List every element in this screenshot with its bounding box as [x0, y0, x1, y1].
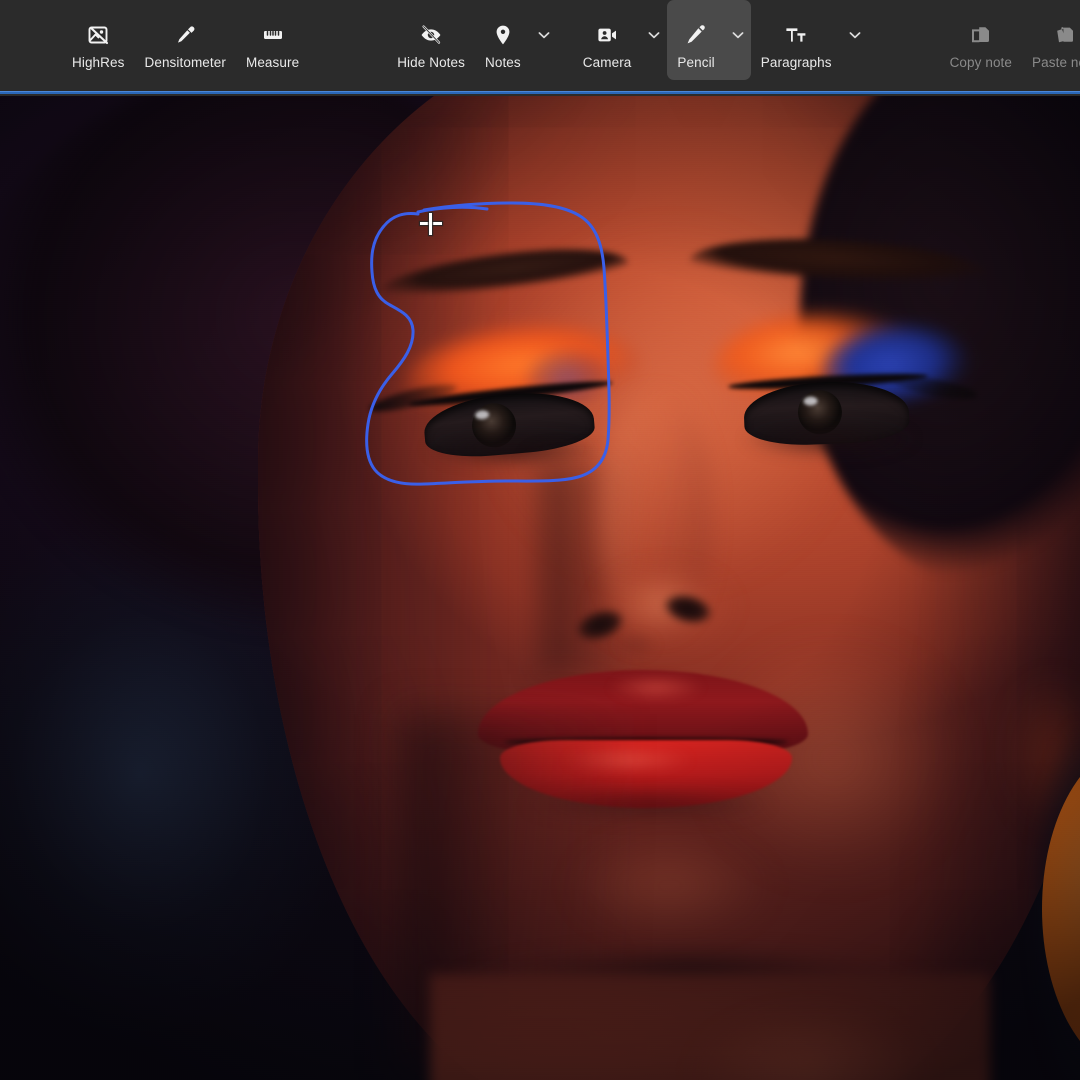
pencil-icon — [683, 22, 709, 48]
toolbar-combo-pencil: Pencil — [667, 0, 751, 80]
toolbar-item-pencil[interactable]: Pencil — [667, 0, 724, 70]
toolbar-divider — [0, 91, 1080, 94]
eyedropper-icon — [172, 22, 198, 48]
toolbar-item-label: Copy note — [949, 55, 1013, 70]
toolbar-group-tools: Camera Pencil Paragraphs — [573, 0, 868, 80]
toolbar-item-camera[interactable]: Camera — [573, 0, 642, 70]
toolbar-item-highres[interactable]: HighRes — [62, 0, 134, 70]
toolbar-group-inspect: HighRes Densitometer Measure — [62, 0, 309, 70]
toolbar-item-label: Camera — [582, 55, 632, 70]
main-toolbar: HighRes Densitometer Measure Hide Notes … — [0, 0, 1080, 96]
toolbar-item-label: Hide Notes — [397, 55, 465, 70]
notes-chevron-down-icon[interactable] — [531, 22, 557, 48]
toolbar-item-label: Paste note — [1032, 55, 1080, 70]
toolbar-item-label: Notes — [485, 55, 521, 70]
upper-lip-highlight — [596, 674, 716, 708]
toolbar-group-notes: Hide Notes Notes — [387, 0, 557, 70]
paste-icon — [1052, 22, 1078, 48]
pencil-chevron-down-icon[interactable] — [725, 22, 751, 48]
toolbar-item-paragraphs[interactable]: Paragraphs — [751, 0, 842, 70]
toolbar-item-hide-notes[interactable]: Hide Notes — [387, 0, 475, 70]
app-root: HighRes Densitometer Measure Hide Notes … — [0, 0, 1080, 1080]
toolbar-item-paste-note[interactable]: Paste note — [1022, 0, 1080, 70]
toolbar-item-copy-note[interactable]: Copy note — [940, 0, 1022, 70]
toolbar-item-notes[interactable]: Notes — [475, 0, 531, 70]
toolbar-item-densitometer[interactable]: Densitometer — [134, 0, 235, 70]
portrait-photo — [0, 94, 1080, 1080]
image-canvas[interactable] — [0, 94, 1080, 1080]
paragraphs-chevron-down-icon[interactable] — [842, 22, 868, 48]
ruler-icon — [260, 22, 286, 48]
toolbar-group-clipboard: Copy note Paste note — [940, 0, 1080, 70]
toolbar-combo-camera: Camera — [573, 0, 668, 70]
toolbar-item-label: Pencil — [677, 55, 715, 70]
toolbar-item-measure[interactable]: Measure — [236, 0, 309, 70]
toolbar-item-label: Densitometer — [144, 55, 226, 70]
toolbar-item-label: Paragraphs — [760, 55, 832, 70]
camera-chevron-down-icon[interactable] — [641, 22, 667, 48]
toolbar-combo-paragraphs: Paragraphs — [751, 0, 868, 70]
image-off-icon — [85, 22, 111, 48]
copy-icon — [968, 22, 994, 48]
map-pin-icon — [490, 22, 516, 48]
toolbar-combo-notes: Notes — [475, 0, 557, 70]
neck-highlight — [660, 994, 960, 1080]
under-eye-shadow-right — [726, 424, 932, 466]
chin-highlight — [540, 834, 800, 964]
eye-off-icon — [418, 22, 444, 48]
toolbar-item-label: HighRes — [72, 55, 125, 70]
video-camera-icon — [594, 22, 620, 48]
text-size-icon — [783, 22, 809, 48]
toolbar-item-label: Measure — [245, 55, 300, 70]
